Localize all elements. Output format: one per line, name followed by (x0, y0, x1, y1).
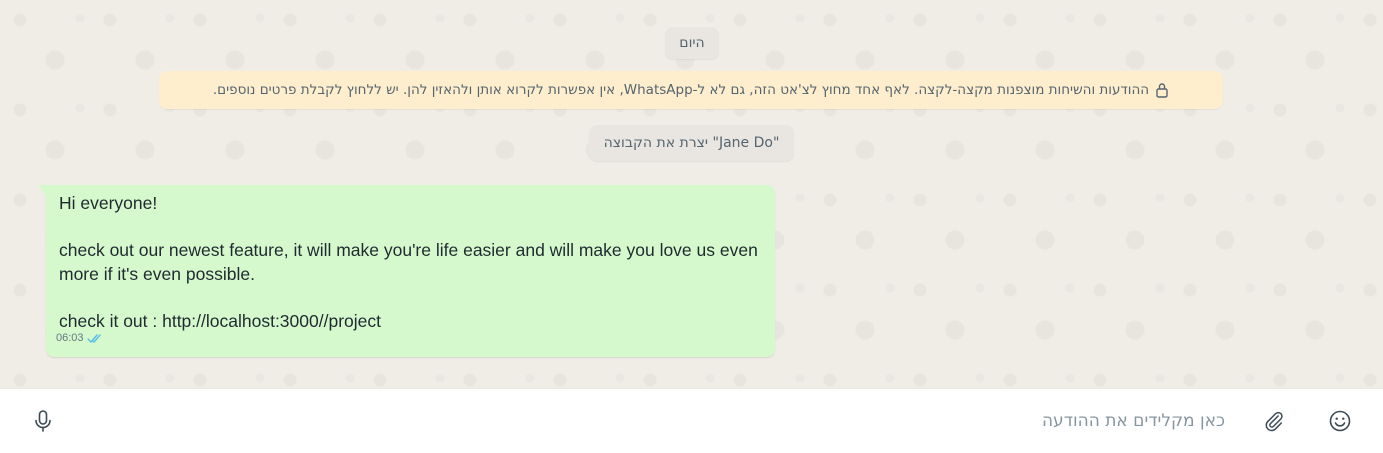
system-message-text: יצרת את הקבוצה "Jane Do" (603, 135, 780, 151)
emoji-button[interactable] (1326, 407, 1354, 435)
message-line: check out our newest feature, it will ma… (59, 240, 758, 260)
encryption-notice[interactable]: ההודעות והשיחות מוצפנות מקצה-לקצה. לאף א… (159, 71, 1223, 109)
double-check-icon (86, 334, 101, 343)
message-input[interactable] (100, 403, 1225, 439)
message-line: more if it's even possible. (59, 263, 255, 284)
attach-button[interactable] (1260, 407, 1288, 435)
paperclip-icon (1265, 411, 1283, 432)
message-composer (0, 388, 1383, 453)
encryption-notice-text: ההודעות והשיחות מוצפנות מקצה-לקצה. לאף א… (212, 82, 1150, 98)
smiley-icon (1329, 410, 1351, 432)
message-line: Hi everyone! (59, 193, 158, 213)
outgoing-message-bubble[interactable]: Hi everyone! check out our newest featur… (38, 185, 775, 357)
date-divider: היום (665, 27, 719, 59)
microphone-icon (35, 410, 51, 432)
group-created-message: יצרת את הקבוצה "Jane Do" (589, 125, 794, 161)
voice-message-button[interactable] (29, 407, 57, 435)
chat-panel: היום ההודעות והשיחות מוצפנות מקצה-לקצה. … (0, 0, 1383, 388)
message-meta: 06:03 (56, 327, 103, 351)
date-label: היום (679, 35, 705, 51)
message-link-line[interactable]: check it out : http://localhost:3000//pr… (59, 310, 763, 334)
message-time: 06:03 (56, 331, 84, 344)
lock-icon (1156, 83, 1168, 98)
